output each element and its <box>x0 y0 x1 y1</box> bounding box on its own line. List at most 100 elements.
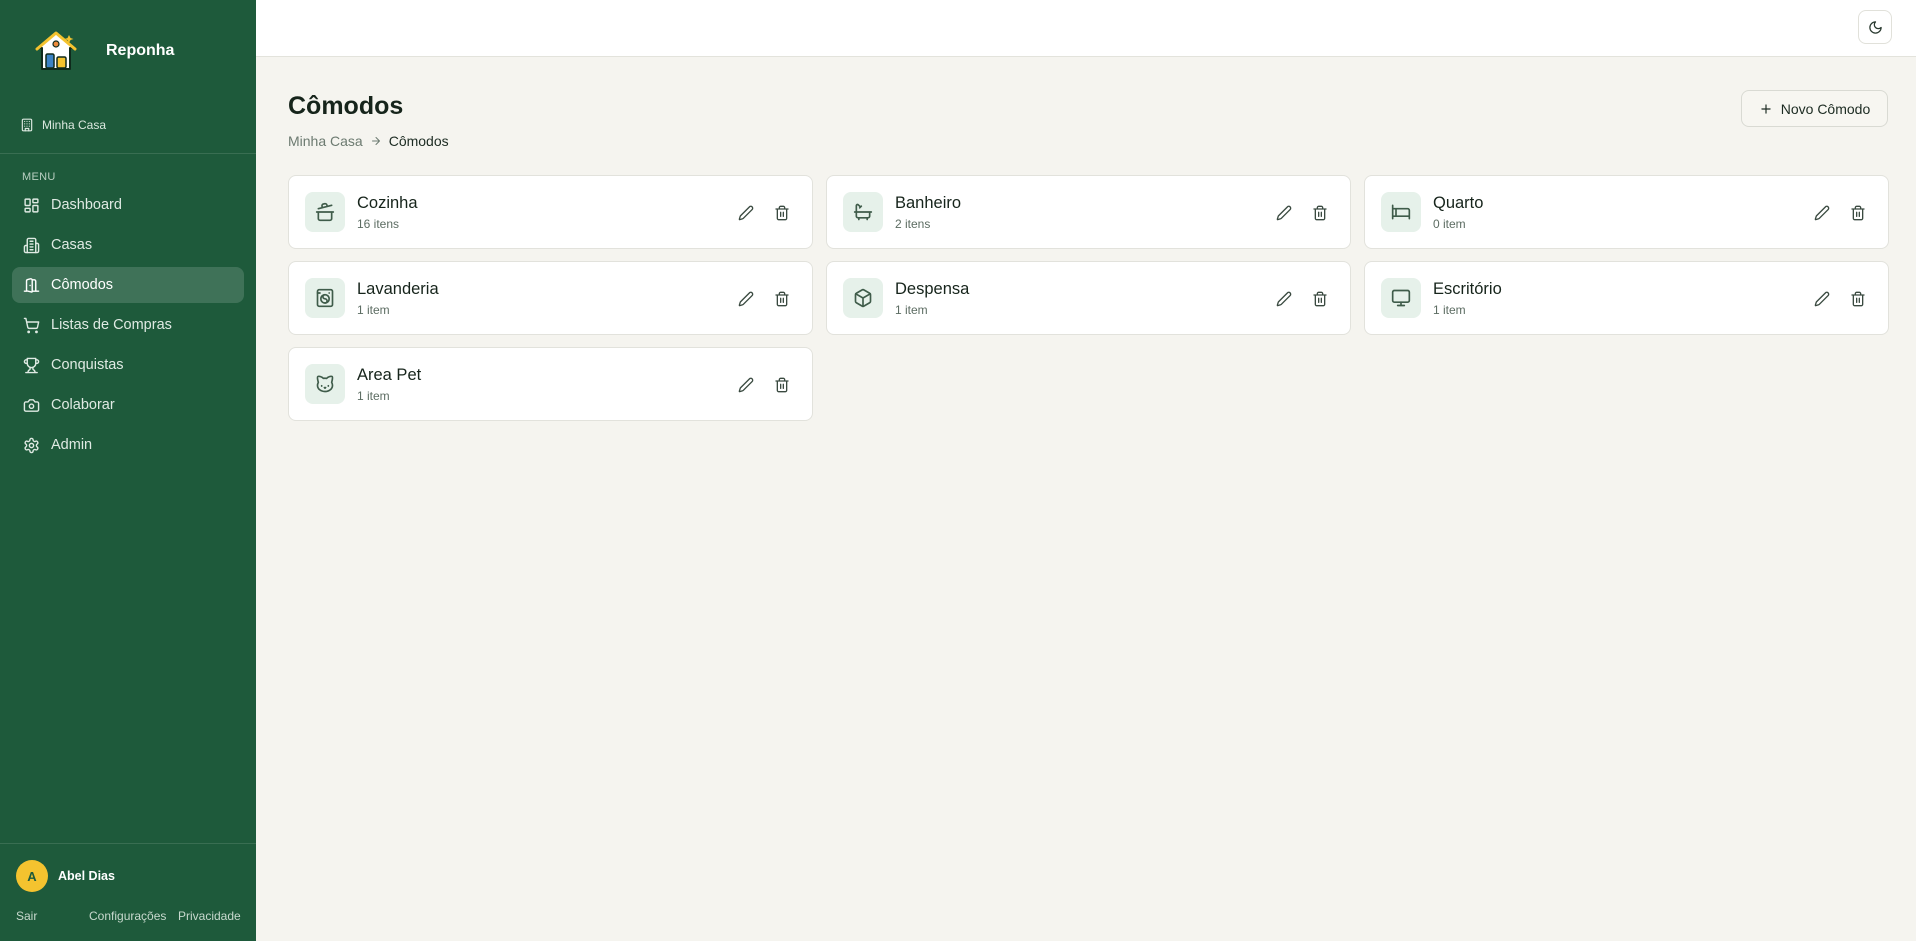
pencil-icon <box>1814 205 1830 221</box>
monitor-icon <box>1391 289 1411 307</box>
trash-icon <box>1851 291 1865 307</box>
gear-icon <box>24 437 39 453</box>
trash-icon <box>775 205 789 221</box>
sidebar-item-label: Dashboard <box>51 197 122 213</box>
dashboard-icon <box>24 197 39 213</box>
edit-room-button[interactable] <box>1274 289 1294 309</box>
room-icon <box>305 364 345 404</box>
room-card-quarto[interactable]: Quarto 0 item <box>1364 175 1889 249</box>
new-room-button[interactable]: Novo Cômodo <box>1741 90 1888 127</box>
avatar: A <box>16 860 48 892</box>
sidebar-item-casas[interactable]: Casas <box>12 227 244 263</box>
room-card-area-pet[interactable]: Area Pet 1 item <box>288 347 813 421</box>
room-card-lavanderia[interactable]: Lavanderia 1 item <box>288 261 813 335</box>
theme-toggle-button[interactable] <box>1858 10 1892 44</box>
room-name: Escritório <box>1433 280 1502 298</box>
sidebar-item-label: Casas <box>51 237 93 253</box>
current-house-label: Minha Casa <box>42 118 107 132</box>
edit-room-button[interactable] <box>1274 203 1294 223</box>
brand[interactable]: Reponha <box>34 30 174 72</box>
room-icon <box>843 278 883 318</box>
edit-room-button[interactable] <box>736 289 756 309</box>
room-card-despensa[interactable]: Despensa 1 item <box>826 261 1351 335</box>
pencil-icon <box>738 291 754 307</box>
room-icon <box>843 192 883 232</box>
bath-icon <box>853 203 873 221</box>
sidebar-item-listas-de-compras[interactable]: Listas de Compras <box>12 307 244 343</box>
pencil-icon <box>1276 291 1292 307</box>
sidebar-item-dashboard[interactable]: Dashboard <box>12 187 244 223</box>
room-name: Area Pet <box>357 366 422 384</box>
menu-label: MENU <box>22 171 56 183</box>
pencil-icon <box>738 205 754 221</box>
house-logo-icon <box>35 31 77 70</box>
delete-room-button[interactable] <box>1848 289 1868 309</box>
app-name: Reponha <box>106 42 175 59</box>
breadcrumb-current: Cômodos <box>388 133 449 149</box>
camera-icon <box>23 398 40 412</box>
room-name: Quarto <box>1433 194 1484 212</box>
new-room-label: Novo Cômodo <box>1780 100 1871 117</box>
delete-room-button[interactable] <box>1310 203 1330 223</box>
sidebar-divider <box>0 153 256 154</box>
room-item-count: 1 item <box>895 303 928 317</box>
pot-icon <box>315 202 335 222</box>
moon-icon <box>1868 20 1882 34</box>
pencil-icon <box>1814 291 1830 307</box>
sidebar-item-label: Admin <box>51 437 93 453</box>
sidebar-item-admin[interactable]: Admin <box>12 427 244 463</box>
room-icon <box>305 192 345 232</box>
sidebar-item-conquistas[interactable]: Conquistas <box>12 347 244 383</box>
room-icon <box>1381 192 1421 232</box>
cart-icon <box>23 317 40 333</box>
breadcrumb-parent[interactable]: Minha Casa <box>288 133 363 149</box>
logout-link[interactable]: Sair <box>16 909 37 923</box>
sidebar-item-colaborar[interactable]: Colaborar <box>12 387 244 423</box>
trash-icon <box>1313 205 1327 221</box>
room-item-count: 1 item <box>1433 303 1466 317</box>
sidebar-item-label: Colaborar <box>51 397 115 413</box>
room-card-escritorio[interactable]: Escritório 1 item <box>1364 261 1889 335</box>
edit-room-button[interactable] <box>1812 289 1832 309</box>
delete-room-button[interactable] <box>1848 203 1868 223</box>
plus-icon <box>1761 103 1771 114</box>
edit-room-button[interactable] <box>736 375 756 395</box>
pencil-icon <box>1276 205 1292 221</box>
room-item-count: 16 itens <box>357 217 400 231</box>
delete-room-button[interactable] <box>772 289 792 309</box>
sidebar-divider <box>0 843 256 844</box>
room-name: Banheiro <box>895 194 962 212</box>
edit-room-button[interactable] <box>736 203 756 223</box>
trophy-icon <box>23 357 40 373</box>
page-title: Cômodos <box>288 92 404 120</box>
sidebar-item-label: Conquistas <box>51 357 124 373</box>
trash-icon <box>1851 205 1865 221</box>
arrow-right-icon <box>371 137 380 145</box>
room-name: Despensa <box>895 280 970 298</box>
room-card-cozinha[interactable]: Cozinha 16 itens <box>288 175 813 249</box>
room-card-banheiro[interactable]: Banheiro 2 itens <box>826 175 1351 249</box>
delete-room-button[interactable] <box>772 375 792 395</box>
user-name: Abel Dias <box>58 869 115 883</box>
settings-link[interactable]: Configurações <box>89 909 166 923</box>
privacy-link[interactable]: Privacidade <box>178 909 241 923</box>
bed-icon <box>1391 204 1411 220</box>
edit-room-button[interactable] <box>1812 203 1832 223</box>
room-item-count: 0 item <box>1433 217 1466 231</box>
sidebar-nav: Dashboard Casas Cômodos Listas de Compra… <box>12 187 244 467</box>
cat-icon <box>316 375 334 393</box>
current-house[interactable]: Minha Casa <box>20 118 106 132</box>
sidebar-item-comodos[interactable]: Cômodos <box>12 267 244 303</box>
room-icon <box>1381 278 1421 318</box>
room-item-count: 1 item <box>357 389 390 403</box>
trash-icon <box>775 377 789 393</box>
room-name: Lavanderia <box>357 280 439 298</box>
topbar <box>256 0 1916 57</box>
sidebar-item-label: Listas de Compras <box>51 317 172 333</box>
delete-room-button[interactable] <box>772 203 792 223</box>
sidebar: Reponha Minha Casa MENU Dashboard Casas … <box>0 0 256 941</box>
trash-icon <box>1313 291 1327 307</box>
delete-room-button[interactable] <box>1310 289 1330 309</box>
user-profile[interactable]: A Abel Dias <box>16 860 115 892</box>
box-icon <box>854 288 872 308</box>
